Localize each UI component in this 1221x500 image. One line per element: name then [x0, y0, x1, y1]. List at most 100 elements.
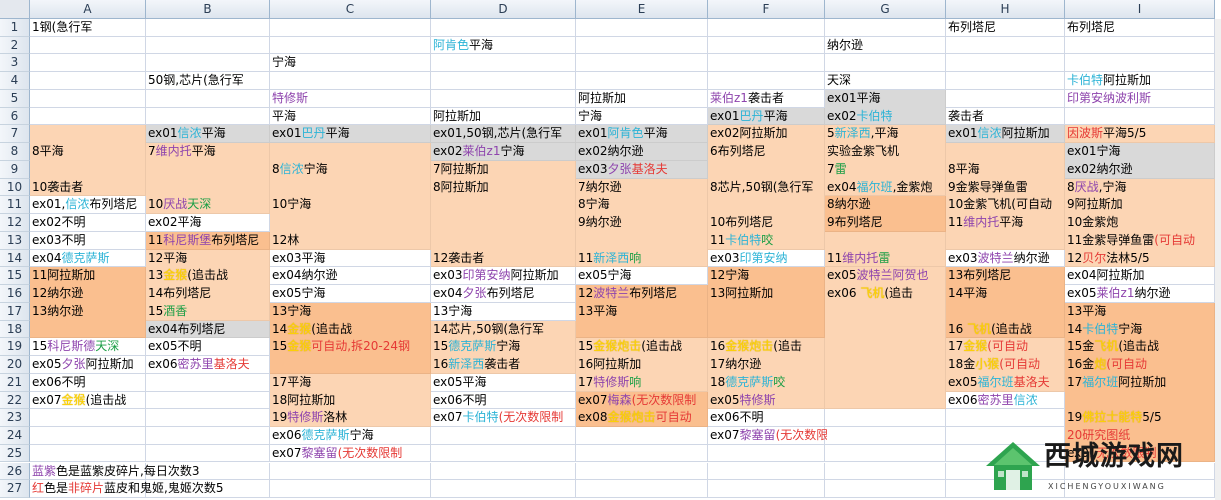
cell-b6[interactable]: [146, 107, 270, 126]
cell-a23[interactable]: [30, 409, 146, 427]
cell-d25[interactable]: [431, 444, 576, 463]
cell-b3[interactable]: [146, 54, 270, 73]
cell-b1[interactable]: [146, 19, 270, 37]
cell-b24[interactable]: [146, 427, 270, 445]
row-header-22[interactable]: 22: [0, 391, 30, 410]
cell-i2[interactable]: [1065, 36, 1215, 55]
row-header-3[interactable]: 3: [0, 54, 30, 73]
cell-text-i4: 卡伯特阿拉斯加: [1065, 72, 1217, 90]
cell-a4[interactable]: [30, 72, 146, 90]
row-header-9[interactable]: 9: [0, 160, 30, 179]
cell-d24[interactable]: [431, 427, 576, 445]
cell-a6[interactable]: [30, 107, 146, 126]
cell-i3[interactable]: [1065, 54, 1215, 73]
cell-a25[interactable]: [30, 444, 146, 463]
row-header-1[interactable]: 1: [0, 19, 30, 37]
cell-d27[interactable]: [431, 480, 576, 498]
cell-g27[interactable]: [825, 480, 946, 498]
cell-c1[interactable]: [270, 19, 431, 37]
row-header-23[interactable]: 23: [0, 409, 30, 427]
row-header-24[interactable]: 24: [0, 427, 30, 445]
cell-g1[interactable]: [825, 19, 946, 37]
cell-a24[interactable]: [30, 427, 146, 445]
cell-b25[interactable]: [146, 444, 270, 463]
cell-text-b17: 15酒香: [146, 303, 272, 321]
cell-g3[interactable]: [825, 54, 946, 73]
cell-h5[interactable]: [946, 89, 1065, 108]
cell-c4[interactable]: [270, 72, 431, 90]
row-header-17[interactable]: 17: [0, 302, 30, 321]
cell-e24[interactable]: [576, 427, 708, 445]
cell-f2[interactable]: [708, 36, 825, 55]
row-header-15[interactable]: 15: [0, 267, 30, 286]
row-header-20[interactable]: 20: [0, 356, 30, 374]
row-header-19[interactable]: 19: [0, 338, 30, 357]
row-header-11[interactable]: 11: [0, 196, 30, 215]
cell-b23[interactable]: [146, 409, 270, 427]
cell-f3[interactable]: [708, 54, 825, 73]
row-header-25[interactable]: 25: [0, 444, 30, 463]
row-header-16[interactable]: 16: [0, 285, 30, 303]
cell-e26[interactable]: [576, 462, 708, 481]
row-header-13[interactable]: 13: [0, 231, 30, 250]
row-header-12[interactable]: 12: [0, 214, 30, 232]
cell-e2[interactable]: [576, 36, 708, 55]
row-header-18[interactable]: 18: [0, 320, 30, 339]
cell-a5[interactable]: [30, 89, 146, 108]
cell-f26[interactable]: [708, 462, 825, 481]
row-header-8[interactable]: 8: [0, 143, 30, 161]
column-header-c[interactable]: C: [270, 0, 431, 19]
row-header-14[interactable]: 14: [0, 249, 30, 268]
cell-g25[interactable]: [825, 444, 946, 463]
column-header-d[interactable]: D: [431, 0, 576, 19]
cell-g24[interactable]: [825, 427, 946, 445]
column-header-i[interactable]: I: [1065, 0, 1215, 19]
cell-h4[interactable]: [946, 72, 1065, 90]
row-header-21[interactable]: 21: [0, 373, 30, 392]
column-header-f[interactable]: F: [708, 0, 825, 19]
cell-h23[interactable]: [946, 409, 1065, 427]
cell-g23[interactable]: [825, 409, 946, 427]
cell-f1[interactable]: [708, 19, 825, 37]
cell-f27[interactable]: [708, 480, 825, 498]
cell-f25[interactable]: [708, 444, 825, 463]
row-header-4[interactable]: 4: [0, 72, 30, 90]
row-header-10[interactable]: 10: [0, 178, 30, 197]
cell-b22[interactable]: [146, 391, 270, 410]
cell-d3[interactable]: [431, 54, 576, 73]
column-header-a[interactable]: A: [30, 0, 146, 19]
cell-h3[interactable]: [946, 54, 1065, 73]
cell-e4[interactable]: [576, 72, 708, 90]
cell-b5[interactable]: [146, 89, 270, 108]
cell-b2[interactable]: [146, 36, 270, 55]
column-header-b[interactable]: B: [146, 0, 270, 19]
cell-e25[interactable]: [576, 444, 708, 463]
row-header-27[interactable]: 27: [0, 480, 30, 498]
cell-c2[interactable]: [270, 36, 431, 55]
cell-i6[interactable]: [1065, 107, 1215, 126]
cell-d5[interactable]: [431, 89, 576, 108]
cell-b21[interactable]: [146, 373, 270, 392]
cell-text-g16: ex06 飞机(追击: [825, 285, 948, 303]
column-header-e[interactable]: E: [576, 0, 708, 19]
row-header-2[interactable]: 2: [0, 36, 30, 55]
cell-e1[interactable]: [576, 19, 708, 37]
cell-f4[interactable]: [708, 72, 825, 90]
vertical-scrollbar[interactable]: [1215, 19, 1221, 500]
row-header-6[interactable]: 6: [0, 107, 30, 126]
cell-a2[interactable]: [30, 36, 146, 55]
cell-g26[interactable]: [825, 462, 946, 481]
row-header-7[interactable]: 7: [0, 125, 30, 144]
cell-e3[interactable]: [576, 54, 708, 73]
cell-d26[interactable]: [431, 462, 576, 481]
row-header-26[interactable]: 26: [0, 462, 30, 481]
cell-a3[interactable]: [30, 54, 146, 73]
column-header-g[interactable]: G: [825, 0, 946, 19]
row-header-5[interactable]: 5: [0, 89, 30, 108]
cell-e27[interactable]: [576, 480, 708, 498]
select-all-corner[interactable]: [0, 0, 30, 19]
column-header-h[interactable]: H: [946, 0, 1065, 19]
cell-h2[interactable]: [946, 36, 1065, 55]
cell-d1[interactable]: [431, 19, 576, 37]
cell-d4[interactable]: [431, 72, 576, 90]
